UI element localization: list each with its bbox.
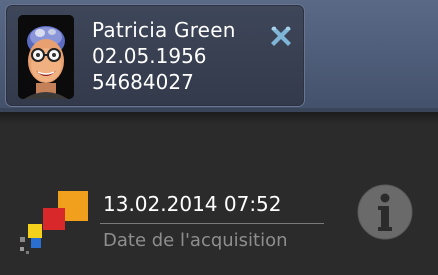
patient-name: Patricia Green bbox=[92, 18, 236, 42]
acquisition-divider bbox=[100, 223, 324, 224]
screen: Patricia Green 02.05.1956 54684027 13.02… bbox=[0, 0, 438, 275]
header-shadow bbox=[0, 112, 438, 124]
info-icon[interactable] bbox=[357, 184, 413, 240]
patient-card[interactable]: Patricia Green 02.05.1956 54684027 bbox=[5, 4, 305, 107]
patient-avatar bbox=[18, 15, 74, 99]
acquisition-logo-icon bbox=[18, 188, 92, 256]
patient-birth-date: 02.05.1956 bbox=[92, 44, 207, 68]
avatar-image bbox=[18, 15, 74, 99]
acquisition-label: Date de l'acquisition bbox=[103, 230, 288, 251]
close-icon[interactable] bbox=[268, 23, 294, 49]
patient-id: 54684027 bbox=[92, 70, 194, 94]
acquisition-datetime: 13.02.2014 07:52 bbox=[103, 192, 282, 216]
